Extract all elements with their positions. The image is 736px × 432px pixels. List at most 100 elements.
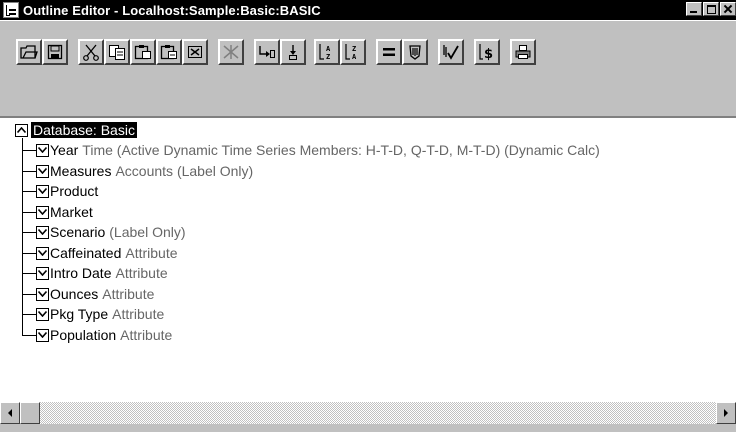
add-sibling-button[interactable]	[280, 39, 306, 65]
dimension-name[interactable]: Intro Date	[50, 265, 111, 281]
outline-editor-window: Outline Editor - Localhost:Sample:Basic:…	[0, 0, 736, 432]
formula-icon	[383, 48, 395, 56]
outline-tree-pane[interactable]: Database: Basic Year Time (Active Dynamic…	[0, 116, 736, 402]
chevron-down-icon[interactable]	[36, 164, 49, 178]
title-bar[interactable]: Outline Editor - Localhost:Sample:Basic:…	[0, 0, 736, 20]
paste-child-icon	[134, 45, 151, 60]
tree-root[interactable]: Database: Basic	[15, 122, 137, 138]
tree-branch-line	[22, 273, 36, 274]
svg-text:Z: Z	[352, 45, 356, 53]
tree-item[interactable]: Ounces Attribute	[36, 286, 154, 302]
scroll-track[interactable]	[20, 402, 716, 424]
tree-item[interactable]: Caffeinated Attribute	[36, 245, 178, 261]
dimension-name[interactable]: Year	[50, 142, 78, 158]
scroll-left-button[interactable]	[0, 402, 20, 424]
svg-text:A: A	[352, 53, 357, 61]
tree-item[interactable]: Scenario (Label Only)	[36, 224, 186, 240]
chevron-down-icon[interactable]	[36, 143, 49, 157]
chevron-down-icon[interactable]	[36, 225, 49, 239]
open-icon	[20, 45, 38, 59]
close-button[interactable]	[720, 2, 736, 16]
delete-icon	[188, 46, 202, 58]
svg-text:$: $	[484, 47, 493, 61]
tree-item[interactable]: Pkg Type Attribute	[36, 306, 164, 322]
dimension-name[interactable]: Measures	[50, 163, 111, 179]
currency-icon: $	[479, 44, 493, 61]
formula-button[interactable]	[376, 39, 402, 65]
tree-branch-line	[22, 191, 36, 192]
chevron-down-icon[interactable]	[36, 307, 49, 321]
tree-item[interactable]: Year Time (Active Dynamic Time Series Mem…	[36, 142, 600, 158]
dimension-properties: Accounts (Label Only)	[115, 163, 254, 179]
outline-app-icon[interactable]	[3, 2, 19, 18]
dimension-properties: Attribute	[112, 306, 165, 322]
dimension-properties: (Label Only)	[109, 224, 186, 240]
dimension-properties: Attribute	[102, 286, 155, 302]
paste-child-button[interactable]	[130, 39, 156, 65]
tree-item[interactable]: Population Attribute	[36, 327, 172, 343]
currency-button[interactable]: $	[474, 39, 500, 65]
filter-button[interactable]	[402, 39, 428, 65]
status-area	[0, 424, 736, 432]
sort-ascending-button[interactable]: AZ	[314, 39, 340, 65]
dimension-name[interactable]: Population	[50, 327, 116, 343]
chevron-down-icon[interactable]	[36, 246, 49, 260]
dimension-name[interactable]: Caffeinated	[50, 245, 121, 261]
print-button[interactable]	[510, 39, 536, 65]
horizontal-scrollbar[interactable]	[0, 402, 736, 424]
dimension-name[interactable]: Market	[50, 204, 93, 220]
expand-icon	[223, 45, 239, 59]
sort-descending-button[interactable]: ZA	[340, 39, 366, 65]
scroll-thumb[interactable]	[20, 402, 40, 424]
minimize-button[interactable]	[686, 2, 702, 16]
delete-button[interactable]	[182, 39, 208, 65]
svg-text:A: A	[326, 45, 331, 53]
add-child-button[interactable]	[254, 39, 280, 65]
chevron-down-icon[interactable]	[36, 184, 49, 198]
open-button[interactable]	[16, 39, 42, 65]
database-label[interactable]: Database: Basic	[31, 122, 137, 138]
dimension-name[interactable]: Ounces	[50, 286, 98, 302]
save-icon	[47, 44, 63, 60]
chevron-down-icon[interactable]	[36, 205, 49, 219]
verify-button[interactable]	[438, 39, 464, 65]
dimension-properties: Attribute	[115, 265, 168, 281]
window-title: Outline Editor - Localhost:Sample:Basic:…	[23, 2, 321, 18]
tree-branch-line	[22, 150, 36, 151]
chevron-down-icon[interactable]	[36, 266, 49, 280]
dimension-name[interactable]: Pkg Type	[50, 306, 108, 322]
paste-sibling-icon	[160, 45, 177, 60]
copy-icon	[109, 45, 125, 60]
dimension-properties: Time (Active Dynamic Time Series Members…	[82, 142, 600, 158]
tree-item[interactable]: Market	[36, 204, 97, 220]
dimension-properties: Attribute	[120, 327, 173, 343]
tree-branch-line	[22, 314, 36, 315]
tree-branch-line	[22, 335, 36, 336]
toolbar: AZ ZA $	[0, 20, 736, 77]
window-controls	[685, 2, 736, 16]
chevron-up-icon[interactable]	[15, 123, 28, 137]
sort-ascending-icon: AZ	[319, 44, 331, 61]
scroll-right-button[interactable]	[716, 402, 736, 424]
paste-sibling-button[interactable]	[156, 39, 182, 65]
chevron-down-icon[interactable]	[36, 328, 49, 342]
tree-item[interactable]: Product	[36, 183, 102, 199]
save-button[interactable]	[42, 39, 68, 65]
tree-branch-line	[22, 253, 36, 254]
dimension-name[interactable]: Product	[50, 183, 98, 199]
add-sibling-icon	[289, 45, 297, 60]
expand-button[interactable]	[218, 39, 244, 65]
copy-button[interactable]	[104, 39, 130, 65]
maximize-button[interactable]	[703, 2, 719, 16]
tree-branch-line	[22, 212, 36, 213]
tree-item[interactable]: Intro Date Attribute	[36, 265, 168, 281]
verify-icon	[443, 45, 459, 60]
sort-descending-icon: ZA	[345, 44, 357, 61]
tree-connector	[22, 138, 23, 335]
dimension-name[interactable]: Scenario	[50, 224, 105, 240]
svg-text:Z: Z	[326, 53, 330, 61]
tree-branch-line	[22, 294, 36, 295]
chevron-down-icon[interactable]	[36, 287, 49, 301]
cut-button[interactable]	[78, 39, 104, 65]
tree-item[interactable]: Measures Accounts (Label Only)	[36, 163, 253, 179]
